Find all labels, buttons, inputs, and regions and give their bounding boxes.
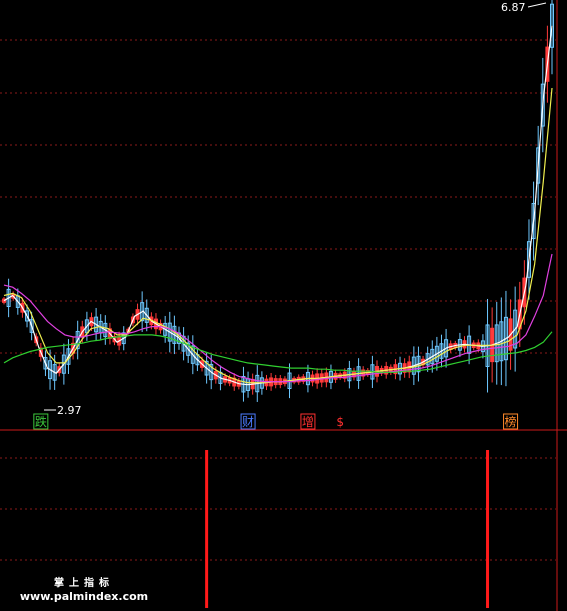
signal-markers: 跌 财 增 $ 榜 <box>33 413 519 430</box>
volume-bar <box>205 450 209 608</box>
moving-average-line <box>3 253 553 383</box>
watermark-brand-text: 掌上指标 <box>54 578 114 589</box>
moving-average-line <box>3 25 553 386</box>
high-price-label: 6.87 <box>501 1 526 14</box>
stock-chart: 6.87 2.97 跌 财 增 $ 榜 <box>0 0 567 611</box>
watermark-url: www.palmindex.com <box>19 590 149 603</box>
signal-marker-label: $ <box>336 415 344 429</box>
high-price-arrow <box>527 2 547 8</box>
moving-average-lines <box>3 25 553 386</box>
signal-marker-label: 财 <box>242 415 254 429</box>
signal-marker-label: 增 <box>302 415 314 429</box>
volume-bars <box>205 450 490 608</box>
watermark: 掌上指标 www.palmindex.com <box>14 574 154 603</box>
low-price-label: 2.97 <box>57 404 82 417</box>
signal-marker-label: 跌 <box>35 414 47 429</box>
signal-marker-label: 榜 <box>505 414 517 429</box>
candlestick-series <box>2 0 554 402</box>
grid-lines <box>0 0 567 611</box>
volume-bar <box>486 450 490 608</box>
moving-average-line <box>3 87 553 384</box>
